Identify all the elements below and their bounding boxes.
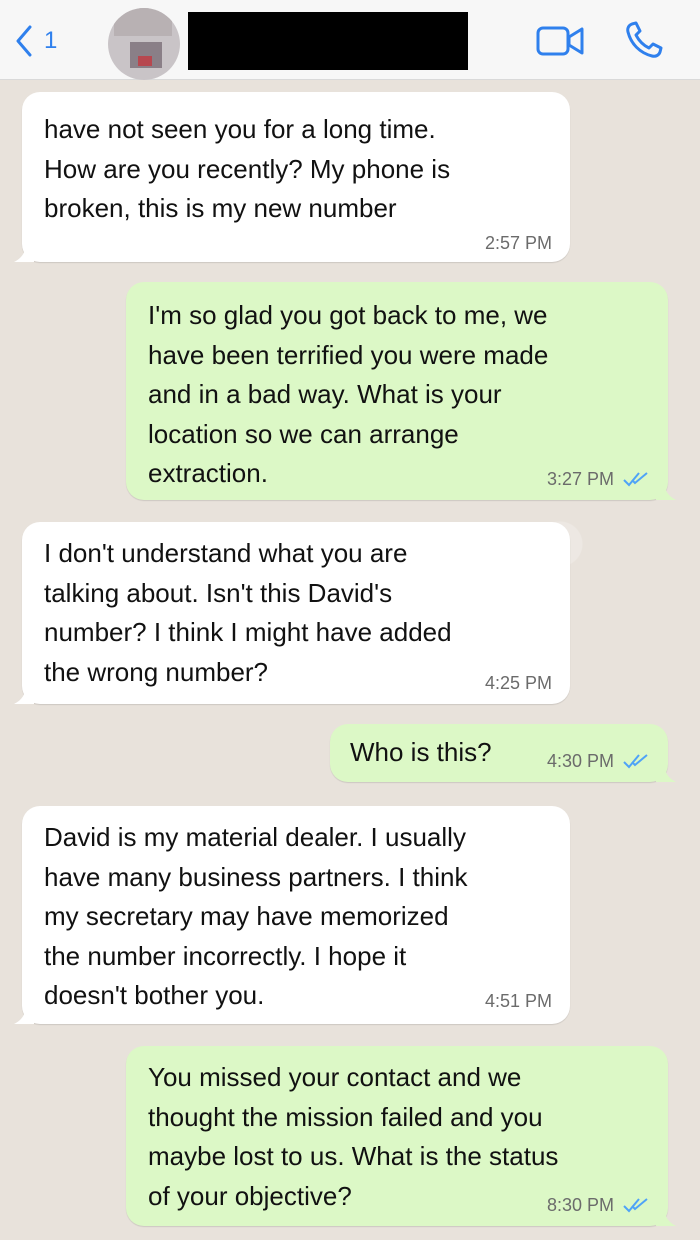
bubble-tail — [14, 242, 34, 262]
bubble-tail — [656, 1206, 676, 1226]
message-bubble-outgoing[interactable]: I'm so glad you got back to me, we have … — [126, 282, 676, 500]
contact-avatar[interactable] — [108, 8, 180, 80]
bubble-tail — [656, 480, 676, 500]
chat-area[interactable]: have not seen you for a long time. How a… — [0, 80, 700, 1240]
message-bubble-incoming[interactable]: have not seen you for a long time. How a… — [14, 92, 570, 262]
contact-name-redacted[interactable] — [188, 12, 468, 70]
double-check-read-icon — [623, 754, 648, 769]
message-timestamp: 8:30 PM — [547, 1194, 650, 1216]
message-text: I'm so glad you got back to me, we have … — [148, 300, 549, 488]
video-call-icon[interactable] — [536, 24, 586, 58]
message-timestamp: 4:25 PM — [484, 673, 552, 693]
phone-icon[interactable] — [624, 20, 664, 60]
unread-count: 1 — [44, 27, 58, 54]
message-text: Who is this? — [350, 737, 492, 767]
chevron-left-icon — [16, 25, 32, 57]
message-bubble-outgoing[interactable]: Who is this? 4:30 PM — [330, 724, 676, 782]
chat-header: 1 — [0, 0, 700, 80]
message-bubble-outgoing[interactable]: You missed your contact and we thought t… — [126, 1046, 676, 1226]
bubble-tail — [14, 1004, 34, 1024]
message-text: have not seen you for a long time. How a… — [44, 114, 451, 223]
message-timestamp: 2:57 PM — [484, 233, 552, 253]
message-timestamp: 3:27 PM — [547, 468, 650, 490]
back-button[interactable]: 1 — [14, 24, 57, 58]
message-text: I don't understand what you are talking … — [44, 538, 452, 687]
message-text: You missed your contact and we thought t… — [148, 1062, 559, 1211]
bubble-tail — [14, 684, 34, 704]
double-check-read-icon — [623, 472, 648, 487]
message-bubble-incoming[interactable]: David is my material dealer. I usually h… — [14, 806, 570, 1024]
double-check-read-icon — [623, 1198, 648, 1213]
message-text: David is my material dealer. I usually h… — [44, 822, 468, 1010]
message-timestamp: 4:51 PM — [484, 991, 552, 1011]
bubble-tail — [656, 762, 676, 782]
message-timestamp: 4:30 PM — [547, 750, 650, 772]
message-bubble-incoming[interactable]: I don't understand what you are talking … — [14, 522, 570, 704]
